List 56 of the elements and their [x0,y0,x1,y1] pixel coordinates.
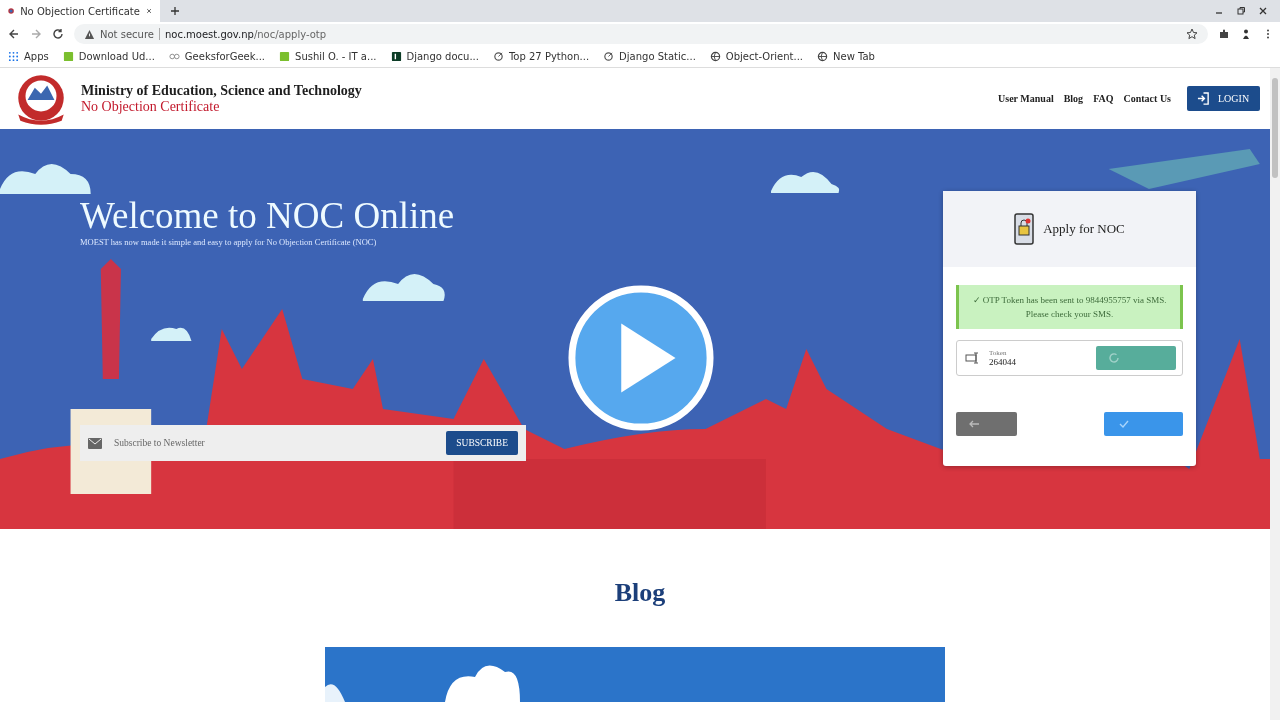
browser-tab[interactable]: No Objection Certificate [0,0,160,22]
nav-link[interactable]: FAQ [1093,93,1114,104]
nav-link[interactable]: Blog [1063,93,1084,104]
star-icon[interactable] [1186,28,1198,40]
bookmark[interactable]: Top 27 Python... [492,51,590,62]
left-arrow-icon [968,418,980,430]
profile-icon[interactable] [1240,28,1252,40]
check-icon [1118,418,1130,430]
refresh-icon [1108,352,1120,364]
blog-heading: Blog [613,577,667,609]
new-tab-icon[interactable] [170,6,180,16]
bookmark[interactable]: Object-Orient... [709,51,803,62]
apps-grid-icon [8,51,19,62]
site-favicon-icon [279,51,291,62]
login-button[interactable]: LOGIN [1187,86,1260,111]
bookmark[interactable]: Apps [8,51,49,62]
bookmark[interactable]: Django docu... [390,51,479,62]
hero-title: Welcome to NOC Online [80,195,456,237]
emblem-icon [8,6,15,16]
dark-square-icon [390,51,402,62]
address-bar[interactable]: Not secure noc.moest.gov.np/noc/apply-otp [74,24,1208,44]
tab-title: No Objection Certificate [20,5,140,17]
bookmark[interactable]: New Tab [817,51,875,62]
newsletter-field[interactable]: Subscribe to Newsletter [112,437,437,449]
bookmark[interactable]: Sushil O. - IT a... [279,51,377,62]
bookmark[interactable]: Download Ud... [62,51,155,62]
site-subtitle: No Objection Certificate [81,98,221,115]
phone-lock-icon [1014,213,1035,245]
bookmark[interactable]: GeeksforGeek... [168,51,266,62]
ministry-title: Ministry of Education, Science and Technology [81,82,362,99]
card-title: Apply for NOC [1043,221,1125,237]
close-icon[interactable] [145,6,152,16]
login-icon [1197,92,1210,105]
success-alert: ✓ OTP Token has been sent to 9844955757 via SMS. Please check your SMS. [956,285,1183,329]
warning-icon [84,28,95,40]
nav-link[interactable]: User Manual [998,93,1054,104]
play-button-icon[interactable] [567,284,715,432]
double-g-icon [168,51,180,62]
close-icon[interactable] [1258,6,1268,16]
site-favicon-icon [62,51,74,62]
back-icon[interactable] [8,28,20,40]
reload-icon[interactable] [52,28,64,40]
text-cursor-icon [965,352,981,364]
link-icon [603,51,615,62]
nav-link[interactable]: Contact Us [1123,93,1171,104]
mail-icon [88,437,102,449]
url-path: /noc/apply-otp [253,28,327,40]
restore-icon[interactable] [1236,6,1246,16]
bookmark[interactable]: Django Static... [603,51,696,62]
globe-icon [709,51,721,62]
subscribe-button[interactable]: SUBSCRIBE [446,431,518,455]
url-host: noc.moest.gov.np [164,28,254,40]
security-label: Not secure [100,28,154,40]
hero-subtitle: MOEST has now made it simple and easy to apply for No Objection Certificate (NOC) [80,237,378,247]
globe-icon [817,51,828,62]
link-icon [492,51,504,62]
